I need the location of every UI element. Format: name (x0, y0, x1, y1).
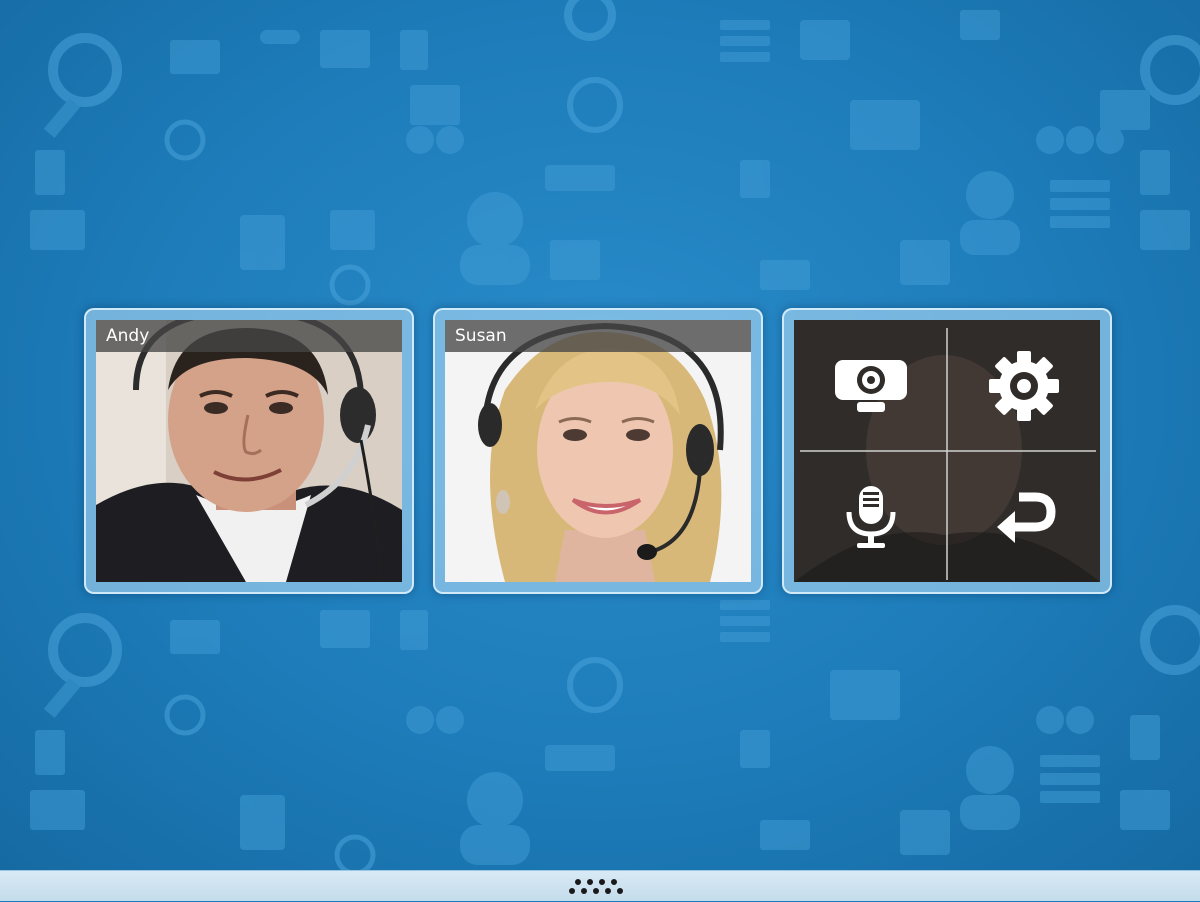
participant-name-susan: Susan (445, 320, 751, 352)
microphone-toggle-button[interactable] (794, 451, 947, 582)
dots-handle-icon (569, 879, 623, 894)
susan-portrait-image (445, 320, 751, 582)
self-view-feed (794, 320, 1100, 582)
camera-toggle-button[interactable] (794, 320, 947, 451)
self-view-controls-tile (782, 308, 1112, 594)
gear-icon (988, 350, 1059, 421)
microphone-icon (846, 485, 895, 548)
participant-tile-susan[interactable]: Susan (433, 308, 763, 594)
return-button[interactable] (947, 451, 1100, 582)
participant-name-andy: Andy (96, 320, 402, 352)
video-feed-andy: Andy (96, 320, 402, 582)
return-arrow-icon (996, 492, 1055, 543)
dock-handle-button[interactable] (568, 876, 632, 898)
webcam-icon (834, 359, 907, 412)
participant-tile-andy[interactable]: Andy (84, 308, 414, 594)
video-feed-susan: Susan (445, 320, 751, 582)
settings-button[interactable] (947, 320, 1100, 451)
andy-portrait-image (96, 320, 402, 582)
